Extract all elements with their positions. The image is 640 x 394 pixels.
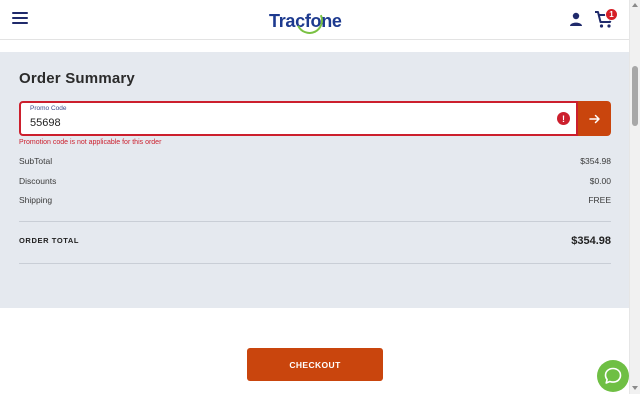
order-total-value: $354.98 <box>571 235 611 247</box>
tracfone-logo[interactable]: Tracfone <box>269 3 342 38</box>
user-icon[interactable] <box>568 11 584 27</box>
subtotal-label: SubTotal <box>19 156 53 166</box>
order-total-label: ORDER TOTAL <box>19 236 80 245</box>
order-summary-title: Order Summary <box>19 70 135 87</box>
chat-button[interactable] <box>597 360 629 392</box>
divider <box>19 221 611 222</box>
order-summary-panel: Order Summary Promo Code ! Promotion cod… <box>0 52 629 308</box>
discounts-value: $0.00 <box>589 176 611 186</box>
cart-count-badge: 1 <box>605 8 618 21</box>
subtotal-row: SubTotal $354.98 <box>19 156 611 166</box>
shipping-label: Shipping <box>19 195 53 205</box>
promo-code-label: Promo Code <box>30 105 67 112</box>
shipping-row: Shipping FREE <box>19 195 611 205</box>
promo-error-message: Promotion code is not applicable for thi… <box>19 139 162 146</box>
logo-text: Tracfone <box>269 10 342 31</box>
scroll-up-arrow-icon[interactable] <box>632 3 638 7</box>
cart-button[interactable]: 1 <box>594 8 618 31</box>
subtotal-value: $354.98 <box>580 156 611 166</box>
promo-code-input[interactable] <box>30 115 530 131</box>
error-icon: ! <box>557 112 570 125</box>
scroll-thumb[interactable] <box>632 66 638 126</box>
chat-bubble-icon <box>604 367 622 384</box>
hamburger-menu-icon[interactable] <box>12 12 28 26</box>
discounts-label: Discounts <box>19 176 57 186</box>
scroll-down-arrow-icon[interactable] <box>632 386 638 390</box>
arrow-right-icon <box>588 114 600 123</box>
shipping-value: FREE <box>588 195 611 205</box>
page: Tracfone 1 Order Summary Promo Code ! <box>0 0 640 394</box>
divider <box>19 263 611 264</box>
promo-submit-button[interactable] <box>578 101 611 136</box>
site-header: Tracfone 1 <box>0 0 629 40</box>
discounts-row: Discounts $0.00 <box>19 176 611 186</box>
checkout-button[interactable]: CHECKOUT <box>247 348 383 381</box>
promo-code-field[interactable]: Promo Code ! <box>19 101 578 136</box>
page-scrollbar[interactable] <box>629 0 640 394</box>
